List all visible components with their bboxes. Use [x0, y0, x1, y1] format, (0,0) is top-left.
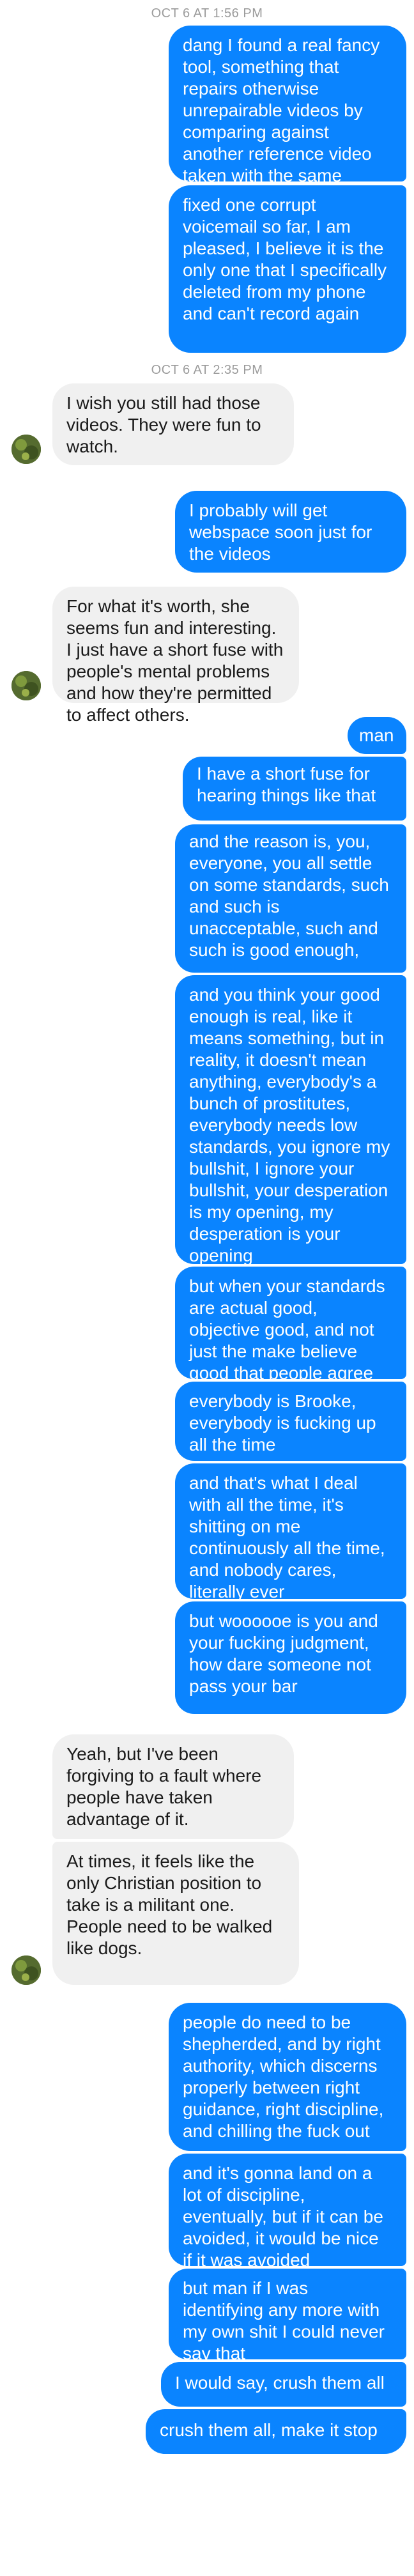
message-bubble-sent[interactable]: but man if I was identifying any more wi… [169, 2269, 406, 2363]
message-bubble-sent[interactable]: but woooooe is you and your fucking judg… [175, 1601, 406, 1714]
message-bubble-received[interactable]: I wish you still had those videos. They … [52, 383, 294, 465]
message-bubble-sent[interactable]: and that's what I deal with all the time… [175, 1463, 406, 1601]
message-bubble-sent[interactable]: I have a short fuse for hearing things l… [183, 757, 406, 821]
message-bubble-sent[interactable]: I probably will get webspace soon just f… [175, 491, 406, 573]
message-bubble-sent[interactable]: everybody is Brooke, everybody is fuckin… [175, 1382, 406, 1461]
message-bubble-received[interactable]: For what it's worth, she seems fun and i… [52, 587, 299, 725]
message-bubble-sent[interactable]: and the reason is, you, everyone, you al… [175, 824, 406, 973]
timestamp: OCT 6 AT 1:56 PM [151, 6, 263, 20]
message-bubble-sent[interactable]: fixed one corrupt voicemail so far, I am… [169, 185, 406, 353]
message-bubble-sent[interactable]: crush them all, make it stop [146, 2409, 406, 2454]
message-bubble-sent[interactable]: dang I found a real fancy tool, somethin… [169, 26, 406, 207]
message-bubble-received[interactable]: At times, it feels like the only Christi… [52, 1842, 299, 1985]
message-bubble-received[interactable]: Yeah, but I've been forgiving to a fault… [52, 1734, 294, 1839]
message-bubble-sent[interactable]: man, [348, 717, 406, 767]
contact-avatar[interactable] [12, 435, 41, 464]
contact-avatar[interactable] [12, 671, 41, 700]
message-bubble-sent[interactable]: I would say, crush them all [161, 2362, 406, 2407]
timestamp: OCT 6 AT 2:35 PM [151, 363, 263, 377]
message-bubble-sent[interactable]: and you think your good enough is real, … [175, 975, 406, 1265]
message-bubble-sent[interactable]: but when your standards are actual good,… [175, 1267, 406, 1405]
message-bubble-sent[interactable]: and it's gonna land on a lot of discipli… [169, 2154, 406, 2270]
message-bubble-sent[interactable]: people do need to be shepherded, and by … [169, 2003, 406, 2151]
contact-avatar[interactable] [12, 1955, 41, 1985]
